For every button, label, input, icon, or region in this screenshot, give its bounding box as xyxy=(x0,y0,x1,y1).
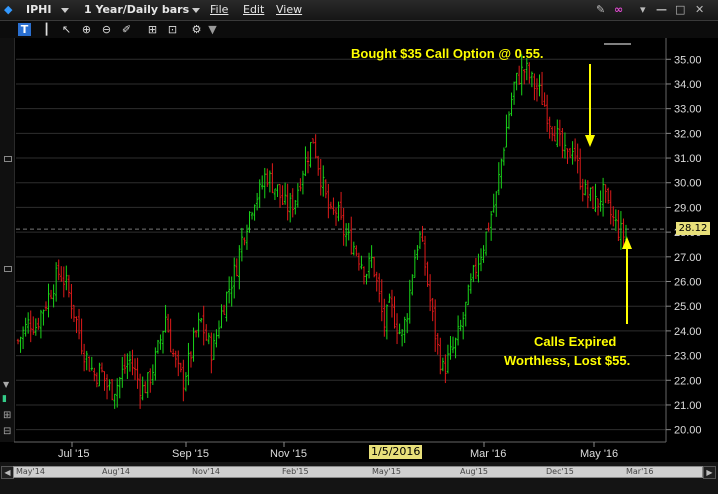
symbol-dropdown-icon[interactable] xyxy=(61,8,69,13)
menu-view[interactable]: View xyxy=(276,3,302,16)
bought-annotation: Bought $35 Call Option @ 0.55. xyxy=(351,46,544,61)
link-icon[interactable]: ∞ xyxy=(614,3,623,16)
expired-annotation-line2: Worthless, Lost $55. xyxy=(504,353,630,368)
menu-edit[interactable]: Edit xyxy=(243,3,264,16)
y-tick-label: 32.00 xyxy=(674,128,702,140)
y-tick-label: 22.00 xyxy=(674,375,702,387)
y-axis: 20.00 21.00 22.00 23.00 24.00 25.00 26.00 27.00… xyxy=(665,38,702,442)
x-tick-label: Mar '16 xyxy=(470,448,506,460)
zoom-in-icon[interactable]: ⊕ xyxy=(80,23,93,36)
x-tick-label: Sep '15 xyxy=(172,448,209,460)
bought-arrow-head xyxy=(585,135,595,147)
y-tick-label: 23.00 xyxy=(674,351,702,363)
x-tick-label: Jul '15 xyxy=(58,448,89,460)
x-axis: Jul '15 Sep '15 Nov '15 Mar '16 May '16 xyxy=(14,441,666,460)
menu-file[interactable]: File xyxy=(210,3,228,16)
fit-icon[interactable]: ⊡ xyxy=(166,23,179,36)
symbol-icon: ◆ xyxy=(4,3,13,16)
minus-icon[interactable]: ⊟ xyxy=(3,426,11,437)
expired-annotation-line1: Calls Expired xyxy=(534,334,616,349)
more-tools-dropdown-icon[interactable]: ▼ xyxy=(206,23,219,36)
scroll-label: May'14 xyxy=(16,467,45,476)
scroll-label: May'15 xyxy=(372,467,401,476)
maximize-icon[interactable]: □ xyxy=(675,3,685,16)
y-tick-label: 35.00 xyxy=(674,54,702,66)
grid xyxy=(16,58,666,431)
wrench-icon[interactable]: ✎ xyxy=(596,3,605,16)
x-tick-label: May '16 xyxy=(580,448,618,460)
scroll-label: Nov'14 xyxy=(192,467,220,476)
y-tick-label: 20.00 xyxy=(674,425,702,437)
scroll-label: Mar'16 xyxy=(626,467,654,476)
volume-mini-icon[interactable]: ▮ xyxy=(2,394,7,404)
timeframe-dropdown-icon[interactable] xyxy=(192,8,200,13)
scroll-label: Aug'14 xyxy=(102,467,130,476)
close-icon[interactable]: ✕ xyxy=(695,3,704,16)
properties-icon[interactable]: ⚙ xyxy=(190,23,203,36)
current-price-box: 28.12 xyxy=(676,222,710,235)
y-tick-label: 29.00 xyxy=(674,202,702,214)
bar-style-icon[interactable]: ┃ xyxy=(40,23,53,36)
crosshair-date-label: 1/5/2016 xyxy=(369,445,423,459)
y-tick-label: 26.00 xyxy=(674,277,702,289)
split-view-icon[interactable]: ⊞ xyxy=(146,23,159,36)
y-tick-label: 21.00 xyxy=(674,400,702,412)
text-tool-icon[interactable]: T xyxy=(18,23,31,36)
plus-icon[interactable]: ⊞ xyxy=(3,410,11,421)
y-tick-label: 25.00 xyxy=(674,301,702,313)
scroll-label: Feb'15 xyxy=(282,467,309,476)
symbol-label[interactable]: IPHI xyxy=(26,3,51,16)
dropdown-icon[interactable]: ▾ xyxy=(640,3,646,16)
price-chart[interactable]: 20.00 21.00 22.00 23.00 24.00 25.00 26.00 27.00… xyxy=(14,38,718,462)
left-panel-strip: ▼ ▮ ⊞ ⊟ xyxy=(0,38,15,442)
panel-splitter-top[interactable] xyxy=(4,156,12,162)
drawing-tool-icon[interactable]: ✐ xyxy=(120,23,133,36)
y-tick-label: 27.00 xyxy=(674,252,702,264)
minimize-icon[interactable]: — xyxy=(656,3,667,16)
y-tick-label: 31.00 xyxy=(674,153,702,165)
collapse-down-icon[interactable]: ▼ xyxy=(3,380,9,389)
time-scrollbar[interactable]: May'14 Aug'14 Nov'14 Feb'15 May'15 Aug'1… xyxy=(13,466,703,478)
scroll-right-button[interactable]: ▶ xyxy=(703,466,716,479)
y-tick-label: 30.00 xyxy=(674,178,702,190)
y-tick-label: 24.00 xyxy=(674,326,702,338)
scroll-label: Aug'15 xyxy=(460,467,488,476)
title-bar: ◆ IPHI 1 Year/Daily bars File Edit View … xyxy=(0,0,718,21)
panel-splitter-bottom[interactable] xyxy=(4,266,12,272)
x-tick-label: Nov '15 xyxy=(270,448,307,460)
annotations: Bought $35 Call Option @ 0.55. Calls Exp… xyxy=(351,43,632,368)
y-tick-label: 34.00 xyxy=(674,79,702,91)
chart-toolbar: T ┃ ↖ ⊕ ⊖ ✐ ⊞ ⊡ ⚙ ▼ xyxy=(0,21,718,38)
y-tick-label: 33.00 xyxy=(674,104,702,116)
timeframe-label[interactable]: 1 Year/Daily bars xyxy=(84,3,189,16)
scroll-label: Dec'15 xyxy=(546,467,574,476)
zoom-out-icon[interactable]: ⊖ xyxy=(100,23,113,36)
pointer-icon[interactable]: ↖ xyxy=(60,23,73,36)
